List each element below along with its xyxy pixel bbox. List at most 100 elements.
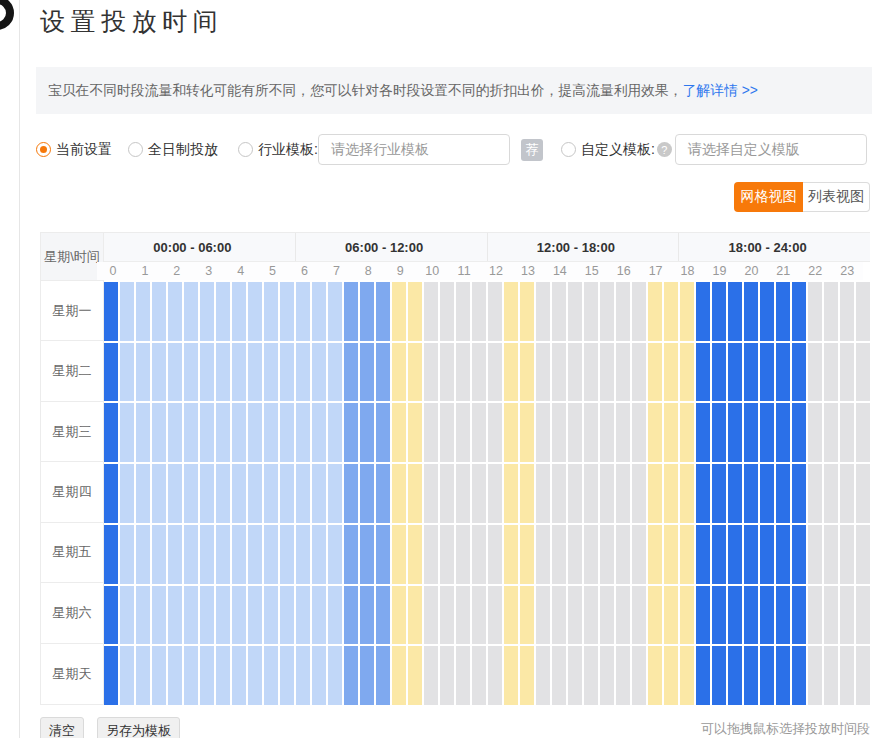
time-cell[interactable] xyxy=(168,403,182,462)
time-cell[interactable] xyxy=(728,464,742,523)
time-cell[interactable] xyxy=(168,646,182,705)
time-cell[interactable] xyxy=(232,525,246,584)
time-cell[interactable] xyxy=(696,586,710,645)
time-cell[interactable] xyxy=(808,282,822,341)
time-cell[interactable] xyxy=(120,646,134,705)
time-cell[interactable] xyxy=(520,646,534,705)
time-cell[interactable] xyxy=(376,586,390,645)
time-cell[interactable] xyxy=(648,403,662,462)
time-cell[interactable] xyxy=(216,464,230,523)
time-cell[interactable] xyxy=(456,646,470,705)
time-cell[interactable] xyxy=(744,586,758,645)
time-cell[interactable] xyxy=(536,646,550,705)
time-cell[interactable] xyxy=(632,464,646,523)
time-cell[interactable] xyxy=(360,403,374,462)
time-cell[interactable] xyxy=(536,403,550,462)
time-cell[interactable] xyxy=(840,586,854,645)
time-cell[interactable] xyxy=(344,464,358,523)
time-cell[interactable] xyxy=(456,525,470,584)
time-cell[interactable] xyxy=(680,343,694,402)
time-cell[interactable] xyxy=(696,646,710,705)
time-cell[interactable] xyxy=(296,525,310,584)
time-cell[interactable] xyxy=(440,282,454,341)
time-cell[interactable] xyxy=(408,343,422,402)
floating-ball-icon[interactable] xyxy=(0,0,14,30)
time-cell[interactable] xyxy=(696,403,710,462)
time-cell[interactable] xyxy=(248,403,262,462)
time-cell[interactable] xyxy=(744,343,758,402)
custom-template-select[interactable]: 请选择自定义模版 xyxy=(675,134,867,165)
time-cell[interactable] xyxy=(328,464,342,523)
time-cell[interactable] xyxy=(616,586,630,645)
time-cell[interactable] xyxy=(120,586,134,645)
time-cell[interactable] xyxy=(472,525,486,584)
time-cell[interactable] xyxy=(200,464,214,523)
time-cell[interactable] xyxy=(280,586,294,645)
time-cell[interactable] xyxy=(392,343,406,402)
time-cell[interactable] xyxy=(536,282,550,341)
time-cell[interactable] xyxy=(552,403,566,462)
time-cell[interactable] xyxy=(568,464,582,523)
time-cell[interactable] xyxy=(856,525,870,584)
time-cell[interactable] xyxy=(232,646,246,705)
time-cell[interactable] xyxy=(648,525,662,584)
time-cell[interactable] xyxy=(680,586,694,645)
time-cell[interactable] xyxy=(136,403,150,462)
time-cell[interactable] xyxy=(760,525,774,584)
time-cell[interactable] xyxy=(392,282,406,341)
time-cell[interactable] xyxy=(824,646,838,705)
time-cell[interactable] xyxy=(504,282,518,341)
time-cell[interactable] xyxy=(776,403,790,462)
time-cell[interactable] xyxy=(152,464,166,523)
learn-more-link[interactable]: 了解详情 >> xyxy=(683,82,758,100)
time-cell[interactable] xyxy=(536,586,550,645)
time-cell[interactable] xyxy=(152,403,166,462)
time-cell[interactable] xyxy=(712,464,726,523)
time-cell[interactable] xyxy=(744,282,758,341)
time-cell[interactable] xyxy=(168,464,182,523)
time-cell[interactable] xyxy=(744,646,758,705)
time-cell[interactable] xyxy=(296,586,310,645)
time-cell[interactable] xyxy=(792,464,806,523)
time-cell[interactable] xyxy=(792,403,806,462)
time-cell[interactable] xyxy=(168,586,182,645)
time-cell[interactable] xyxy=(808,646,822,705)
time-cell[interactable] xyxy=(504,586,518,645)
radio-current-settings[interactable]: 当前设置 xyxy=(36,141,112,159)
time-cell[interactable] xyxy=(360,282,374,341)
time-cell[interactable] xyxy=(776,464,790,523)
time-cell[interactable] xyxy=(232,403,246,462)
time-cell[interactable] xyxy=(824,282,838,341)
time-cell[interactable] xyxy=(776,525,790,584)
time-cell[interactable] xyxy=(104,282,118,341)
time-cell[interactable] xyxy=(344,586,358,645)
time-cell[interactable] xyxy=(472,343,486,402)
time-cell[interactable] xyxy=(488,343,502,402)
time-cell[interactable] xyxy=(344,646,358,705)
time-cell[interactable] xyxy=(632,403,646,462)
time-cell[interactable] xyxy=(392,403,406,462)
time-cell[interactable] xyxy=(488,282,502,341)
time-cell[interactable] xyxy=(152,282,166,341)
time-cell[interactable] xyxy=(568,586,582,645)
time-cell[interactable] xyxy=(760,343,774,402)
time-cell[interactable] xyxy=(472,282,486,341)
time-cell[interactable] xyxy=(376,282,390,341)
time-cell[interactable] xyxy=(840,282,854,341)
time-cell[interactable] xyxy=(488,464,502,523)
time-cell[interactable] xyxy=(776,282,790,341)
time-cell[interactable] xyxy=(504,464,518,523)
time-cell[interactable] xyxy=(824,343,838,402)
time-cell[interactable] xyxy=(664,343,678,402)
time-cell[interactable] xyxy=(552,646,566,705)
time-cell[interactable] xyxy=(376,343,390,402)
time-cell[interactable] xyxy=(712,403,726,462)
time-cell[interactable] xyxy=(792,586,806,645)
time-cell[interactable] xyxy=(344,343,358,402)
time-cell[interactable] xyxy=(424,282,438,341)
time-cell[interactable] xyxy=(200,646,214,705)
time-cell[interactable] xyxy=(552,525,566,584)
time-cell[interactable] xyxy=(648,464,662,523)
time-cell[interactable] xyxy=(584,646,598,705)
time-cell[interactable] xyxy=(552,343,566,402)
